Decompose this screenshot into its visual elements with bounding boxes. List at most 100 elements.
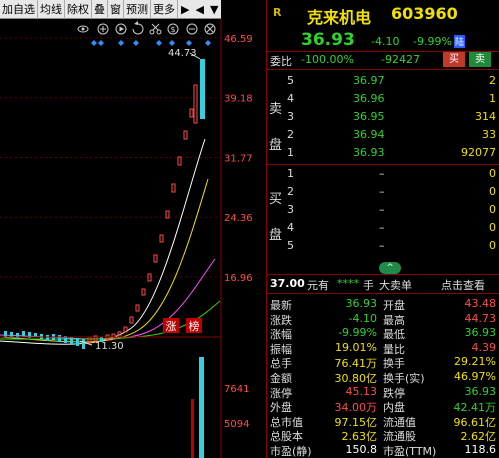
bid-level-row[interactable]: 3 – 0 (267, 203, 499, 219)
candle (165, 210, 170, 219)
r-icon[interactable]: R (273, 6, 281, 19)
quote-panel: R 克来机电 603960 36.93 -4.10 -9.99% 陆 委比 -1… (266, 0, 499, 458)
stat-value: 36.93 (345, 297, 378, 310)
stat-label: 总手 (270, 357, 292, 371)
high-annotation: 44.73 (168, 48, 201, 60)
stat-value: 42.41万 (453, 401, 497, 415)
stat-value: 2.62亿 (460, 430, 497, 444)
price-axis: 46.59 39.18 31.77 24.36 16.96 (224, 34, 253, 284)
ask-level-row[interactable]: 3 36.95 314 (267, 110, 499, 126)
candle (70, 337, 73, 344)
candle (183, 130, 188, 140)
svg-text:$: $ (170, 25, 175, 34)
candle (147, 273, 152, 282)
ask-level-row[interactable]: 1 36.93 92077 (267, 146, 499, 162)
stats-row: 总手 76.41万 换手 29.21% (267, 355, 499, 371)
stat-value: 29.21% (454, 355, 496, 369)
bid-volume: 0 (489, 185, 496, 198)
sell-button[interactable]: 卖 (469, 52, 491, 67)
stat-value: 4.39 (471, 340, 497, 354)
big-order-label: 大卖单 (379, 279, 412, 292)
stat-value: 36.93 (464, 326, 497, 340)
moving-average-button[interactable]: 均线 (38, 0, 65, 19)
stat-value: 150.8 (345, 443, 378, 456)
bid-volume: 0 (489, 167, 496, 180)
bid-price: – (379, 185, 385, 198)
more-button[interactable]: 更多 (151, 0, 178, 19)
candlestick-chart[interactable]: $ 46.59 39.18 31.77 24.36 16.96 44.73 11.30 (0, 19, 266, 458)
eye-icon[interactable] (77, 25, 89, 33)
ranking-tag[interactable]: 榜 (186, 318, 202, 333)
bid-level-row[interactable]: 5 – 0 (267, 239, 499, 255)
zoom-in-icon[interactable] (97, 23, 109, 35)
collapse-toggle[interactable]: ^ (379, 262, 401, 274)
stat-label: 流通值 (383, 415, 416, 429)
stats-row: 涨停 45.13 跌停 36.93 (267, 384, 499, 400)
stat-value: -4.10 (348, 311, 377, 325)
ask-level-row[interactable]: 4 36.96 1 (267, 92, 499, 108)
weicha-value: -92427 (381, 53, 420, 66)
next-arrow-icon[interactable]: ▶ (178, 0, 192, 19)
stat-value: 118.6 (464, 443, 497, 456)
overlay-button[interactable]: 叠 (92, 0, 108, 19)
stat-value: 46.97% (454, 370, 496, 383)
ask-level-row[interactable]: 5 36.97 2 (267, 74, 499, 90)
event-markers[interactable] (91, 40, 211, 46)
candle (46, 335, 49, 341)
stat-value: 30.80亿 (334, 372, 378, 385)
buy-button[interactable]: 买 (443, 52, 465, 67)
weibi-label: 委比 (270, 55, 292, 68)
ex-rights-button[interactable]: 除权 (65, 0, 92, 19)
play-icon[interactable] (115, 23, 127, 35)
volume-bar-last (199, 357, 204, 458)
bid-level-row[interactable]: 4 – 0 (267, 221, 499, 237)
bid-level-row[interactable]: 1 – 0 (267, 167, 499, 183)
candle (82, 339, 85, 349)
stock-name: 克来机电 (307, 8, 372, 27)
bid-volume: 0 (489, 203, 496, 216)
big-order-view-link[interactable]: 点击查看 (441, 277, 485, 293)
stats-row: 外盘 34.00万 内盘 42.41万 (267, 399, 499, 415)
dropdown-icon[interactable]: ▼ (207, 0, 221, 19)
stats-row: 市盈(静) 150.8 市盈(TTM) 118.6 (267, 443, 499, 458)
scissors-icon[interactable] (149, 23, 162, 35)
ask-level-num: 4 (287, 92, 294, 105)
stat-value: 2.63亿 (341, 430, 378, 444)
ask-volume: 2 (489, 74, 496, 87)
svg-text:7641: 7641 (224, 384, 249, 395)
stats-row: 总股本 2.63亿 流通股 2.62亿 (267, 428, 499, 444)
refresh-icon[interactable] (132, 21, 144, 35)
stats-row: 金额 30.80亿 换手(实) 46.97% (267, 370, 499, 385)
bid-price: – (379, 221, 385, 234)
big-order-row: 37.00 元有 **** 手 大卖单 点击查看 (267, 276, 499, 292)
candles[interactable] (4, 59, 205, 349)
moving-average-lines (0, 138, 221, 345)
bid-level-row[interactable]: 2 – 0 (267, 185, 499, 201)
divider (267, 293, 499, 294)
add-watchlist-button[interactable]: 加自选 (0, 0, 38, 19)
candle (177, 156, 182, 166)
ask-level-num: 1 (287, 146, 294, 159)
candle (22, 331, 25, 336)
stat-value: 44.73 (464, 311, 497, 325)
stat-label: 换手 (383, 357, 405, 371)
stat-value: 36.93 (464, 384, 497, 398)
stat-label: 量比 (383, 342, 405, 356)
window-button[interactable]: 窗 (108, 0, 124, 19)
divider (267, 69, 499, 70)
ask-level-row[interactable]: 2 36.94 33 (267, 128, 499, 144)
candle (141, 288, 146, 296)
ma10-line (0, 178, 209, 343)
limit-up-tag[interactable]: 涨 (163, 318, 179, 333)
bid-volume: 0 (489, 221, 496, 234)
dollar-icon[interactable]: $ (167, 23, 179, 35)
bid-level-num: 5 (287, 239, 294, 252)
close-circle-icon[interactable] (204, 23, 216, 35)
prev-arrow-icon[interactable]: ◀ (192, 0, 206, 19)
volume-bars (191, 357, 204, 458)
ask-price: 36.95 (353, 110, 385, 123)
stat-value: 19.01% (335, 340, 377, 354)
minus-circle-icon[interactable] (186, 23, 198, 35)
forecast-button[interactable]: 预测 (124, 0, 151, 19)
stat-label: 涨停 (270, 386, 292, 400)
